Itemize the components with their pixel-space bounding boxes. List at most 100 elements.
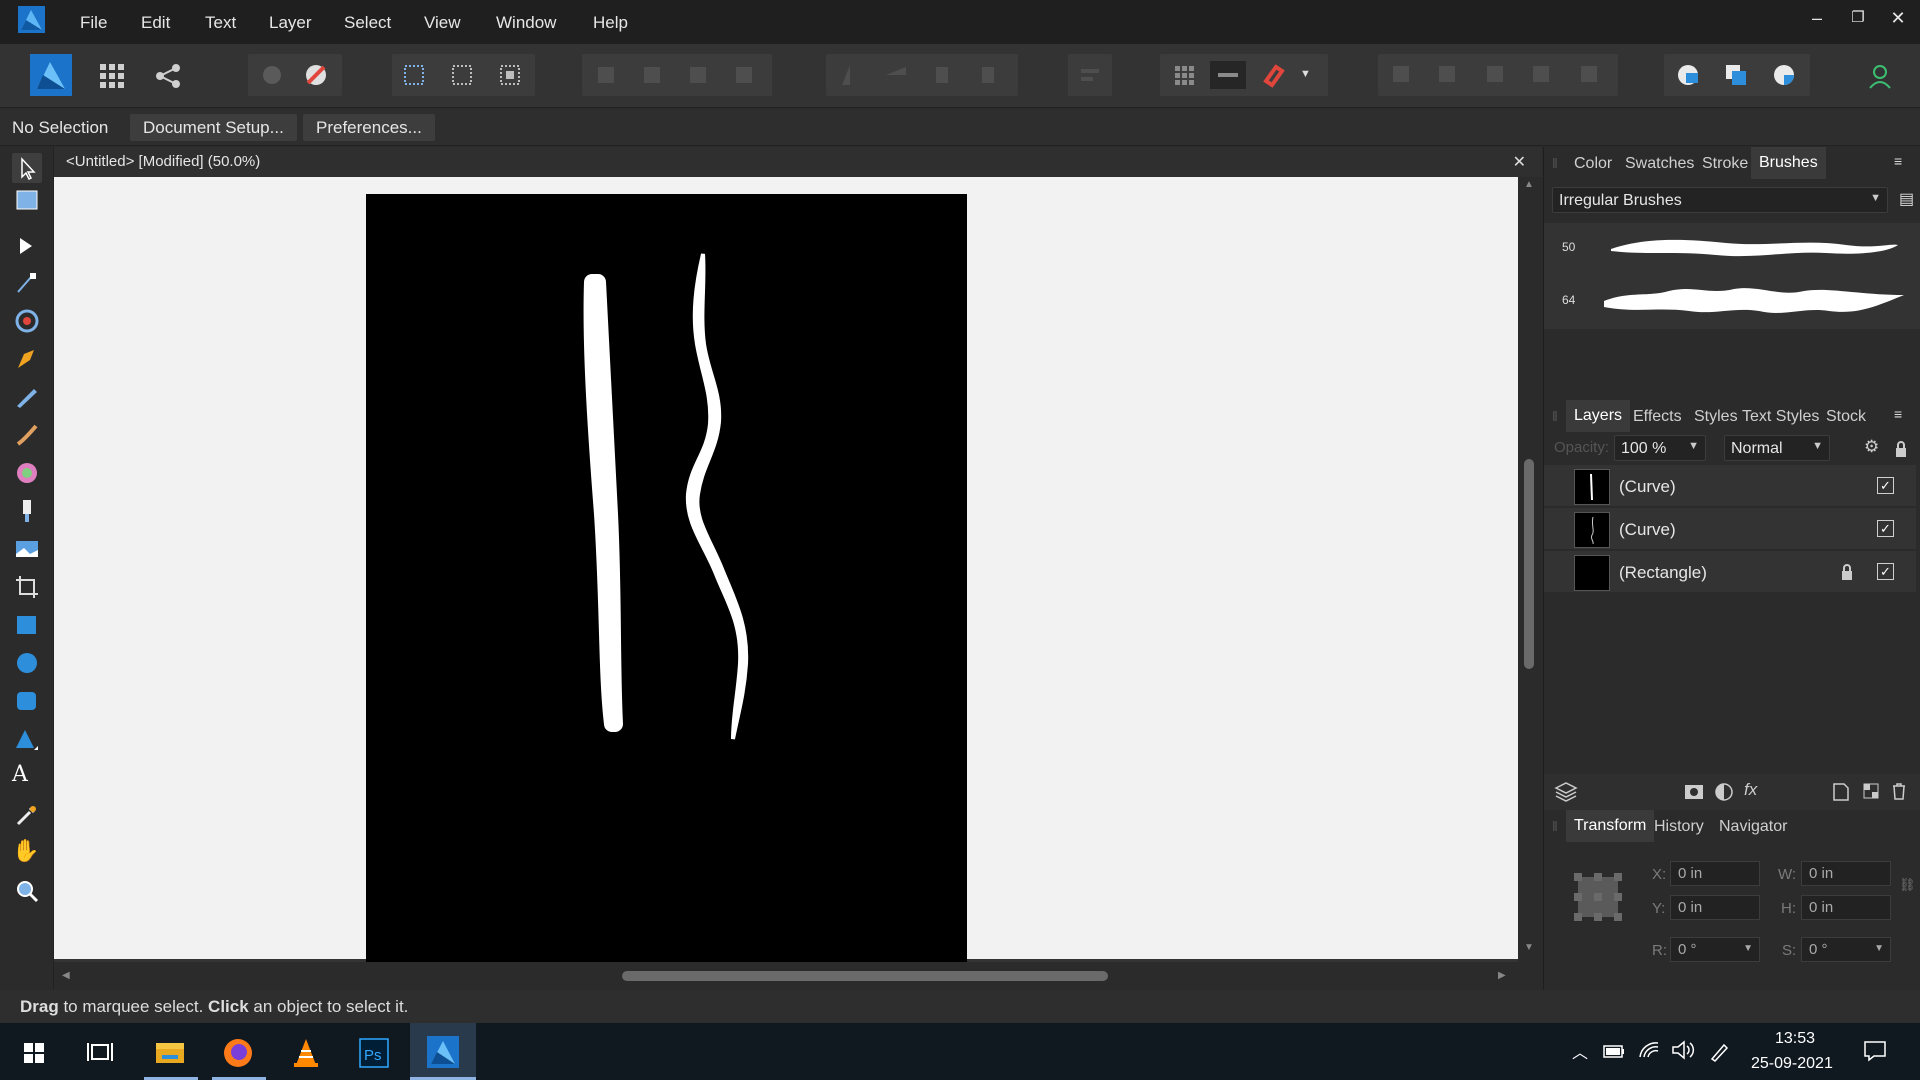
tab-effects[interactable]: Effects	[1633, 408, 1682, 426]
hand-tool-icon[interactable]: ✋	[12, 838, 42, 868]
export-persona-icon[interactable]	[154, 62, 182, 90]
layer-row[interactable]: (Curve) ✓	[1544, 465, 1916, 507]
tab-layers[interactable]: Layers	[1566, 400, 1631, 432]
tab-navigator[interactable]: Navigator	[1719, 818, 1787, 836]
move-to-back-icon[interactable]	[592, 61, 620, 89]
lock-icon[interactable]	[1894, 440, 1908, 458]
restore-button[interactable]: ❐	[1843, 8, 1873, 34]
brush-item[interactable]: 50	[1544, 223, 1920, 273]
photoshop-icon[interactable]: Ps	[354, 1033, 394, 1073]
insert-front-icon[interactable]	[1770, 61, 1798, 89]
preferences-button[interactable]: Preferences...	[303, 114, 435, 141]
designer-persona-button[interactable]	[30, 54, 72, 96]
windows-start-icon[interactable]	[14, 1033, 54, 1073]
snapping-off-icon[interactable]	[302, 61, 330, 89]
brush-list-options-icon[interactable]: ▤	[1899, 189, 1914, 209]
pen-workspace-icon[interactable]	[1708, 1039, 1732, 1063]
flip-horizontal-icon[interactable]	[836, 61, 864, 89]
zoom-tool-icon[interactable]	[12, 876, 42, 906]
panel-grip-icon[interactable]: ‖	[1552, 818, 1558, 834]
volume-icon[interactable]	[1670, 1039, 1696, 1061]
magnet-snapping-icon[interactable]	[1258, 61, 1286, 89]
tab-text-styles[interactable]: Text Styles	[1742, 408, 1819, 426]
point-transform-tool-icon[interactable]	[12, 268, 42, 298]
panel-menu-icon[interactable]: ≡	[1894, 406, 1902, 422]
clock-time[interactable]: 13:53	[1775, 1030, 1815, 1048]
h-field[interactable]: 0 in	[1801, 895, 1891, 920]
rotate-left-icon[interactable]	[928, 61, 956, 89]
file-explorer-icon[interactable]	[150, 1033, 190, 1073]
vertical-scrollbar[interactable]: ▲ ▼	[1518, 177, 1542, 962]
layer-row[interactable]: (Rectangle) ✓	[1544, 551, 1916, 593]
layer-lock-icon[interactable]	[1840, 563, 1854, 581]
fx-icon[interactable]: fx	[1744, 780, 1757, 800]
scroll-right-icon[interactable]: ▶	[1498, 970, 1506, 981]
deselect-icon[interactable]	[448, 61, 476, 89]
xor-icon[interactable]	[1528, 61, 1556, 89]
y-field[interactable]: 0 in	[1670, 895, 1760, 920]
grid-icon[interactable]	[1170, 61, 1198, 89]
pencil-tool-icon[interactable]	[12, 382, 42, 412]
anchor-point-selector-icon[interactable]	[1572, 871, 1624, 923]
tab-swatches[interactable]: Swatches	[1625, 155, 1694, 173]
rectangle-tool-icon[interactable]	[12, 610, 42, 640]
move-forward-icon[interactable]	[684, 61, 712, 89]
close-window-button[interactable]: ✕	[1883, 8, 1913, 34]
tab-color[interactable]: Color	[1574, 155, 1612, 173]
pen-tool-icon[interactable]	[12, 344, 42, 374]
w-field[interactable]: 0 in	[1801, 861, 1891, 886]
firefox-icon[interactable]	[218, 1033, 258, 1073]
menu-layer[interactable]: Layer	[269, 13, 312, 33]
layer-visibility-checkbox[interactable]: ✓	[1877, 563, 1894, 580]
triangle-tool-icon[interactable]	[12, 724, 42, 754]
tab-stroke[interactable]: Stroke	[1702, 155, 1748, 173]
battery-icon[interactable]	[1602, 1041, 1626, 1061]
snapping-dropdown-icon[interactable]: ▼	[1300, 68, 1311, 80]
rounded-rectangle-tool-icon[interactable]	[12, 686, 42, 716]
scroll-down-icon[interactable]: ▼	[1524, 942, 1534, 953]
menu-window[interactable]: Window	[496, 13, 556, 33]
layer-visibility-checkbox[interactable]: ✓	[1877, 520, 1894, 537]
tab-brushes[interactable]: Brushes	[1751, 147, 1826, 179]
scroll-left-icon[interactable]: ◀	[62, 970, 70, 981]
close-document-icon[interactable]: ✕	[1513, 152, 1526, 172]
gear-icon[interactable]: ⚙	[1864, 437, 1879, 457]
artboard-tool-icon[interactable]	[12, 185, 42, 215]
vector-brush-tool-icon[interactable]	[12, 420, 42, 450]
tab-stock[interactable]: Stock	[1826, 408, 1866, 426]
wifi-icon[interactable]	[1638, 1039, 1662, 1061]
mask-icon[interactable]	[1684, 782, 1704, 802]
move-back-icon[interactable]	[638, 61, 666, 89]
color-picker-tool-icon[interactable]	[12, 800, 42, 830]
account-icon[interactable]	[1866, 62, 1894, 90]
document-setup-button[interactable]: Document Setup...	[130, 114, 297, 141]
rotate-right-icon[interactable]	[974, 61, 1002, 89]
clock-date[interactable]: 25-09-2021	[1751, 1055, 1833, 1073]
show-hidden-icons-icon[interactable]: ︿	[1572, 1039, 1588, 1063]
tab-transform[interactable]: Transform	[1566, 810, 1655, 842]
tab-styles[interactable]: Styles	[1694, 408, 1738, 426]
task-view-icon[interactable]	[80, 1033, 120, 1073]
layer-visibility-checkbox[interactable]: ✓	[1877, 477, 1894, 494]
adjustment-icon[interactable]	[1714, 782, 1734, 802]
ellipse-tool-icon[interactable]	[12, 648, 42, 678]
insert-inside-icon[interactable]	[1674, 61, 1702, 89]
menu-view[interactable]: View	[424, 13, 461, 33]
move-to-front-icon[interactable]	[730, 61, 758, 89]
invert-selection-icon[interactable]	[496, 61, 524, 89]
layer-row[interactable]: (Curve) ✓	[1544, 508, 1916, 550]
layers-stack-icon[interactable]	[1554, 780, 1578, 804]
place-image-tool-icon[interactable]	[12, 534, 42, 564]
divide-icon[interactable]	[1576, 61, 1604, 89]
pixel-persona-icon[interactable]	[98, 62, 126, 90]
move-tool-icon[interactable]	[12, 153, 42, 183]
crop-tool-icon[interactable]	[12, 572, 42, 602]
vlc-icon[interactable]	[286, 1033, 326, 1073]
opacity-select[interactable]: 100 % ▼	[1614, 435, 1706, 461]
subtract-icon[interactable]	[1434, 61, 1462, 89]
select-all-icon[interactable]	[400, 61, 428, 89]
text-tool-icon[interactable]: A	[12, 762, 42, 792]
trash-icon[interactable]	[1890, 781, 1908, 801]
menu-select[interactable]: Select	[344, 13, 391, 33]
new-pixel-layer-icon[interactable]	[1862, 782, 1880, 802]
